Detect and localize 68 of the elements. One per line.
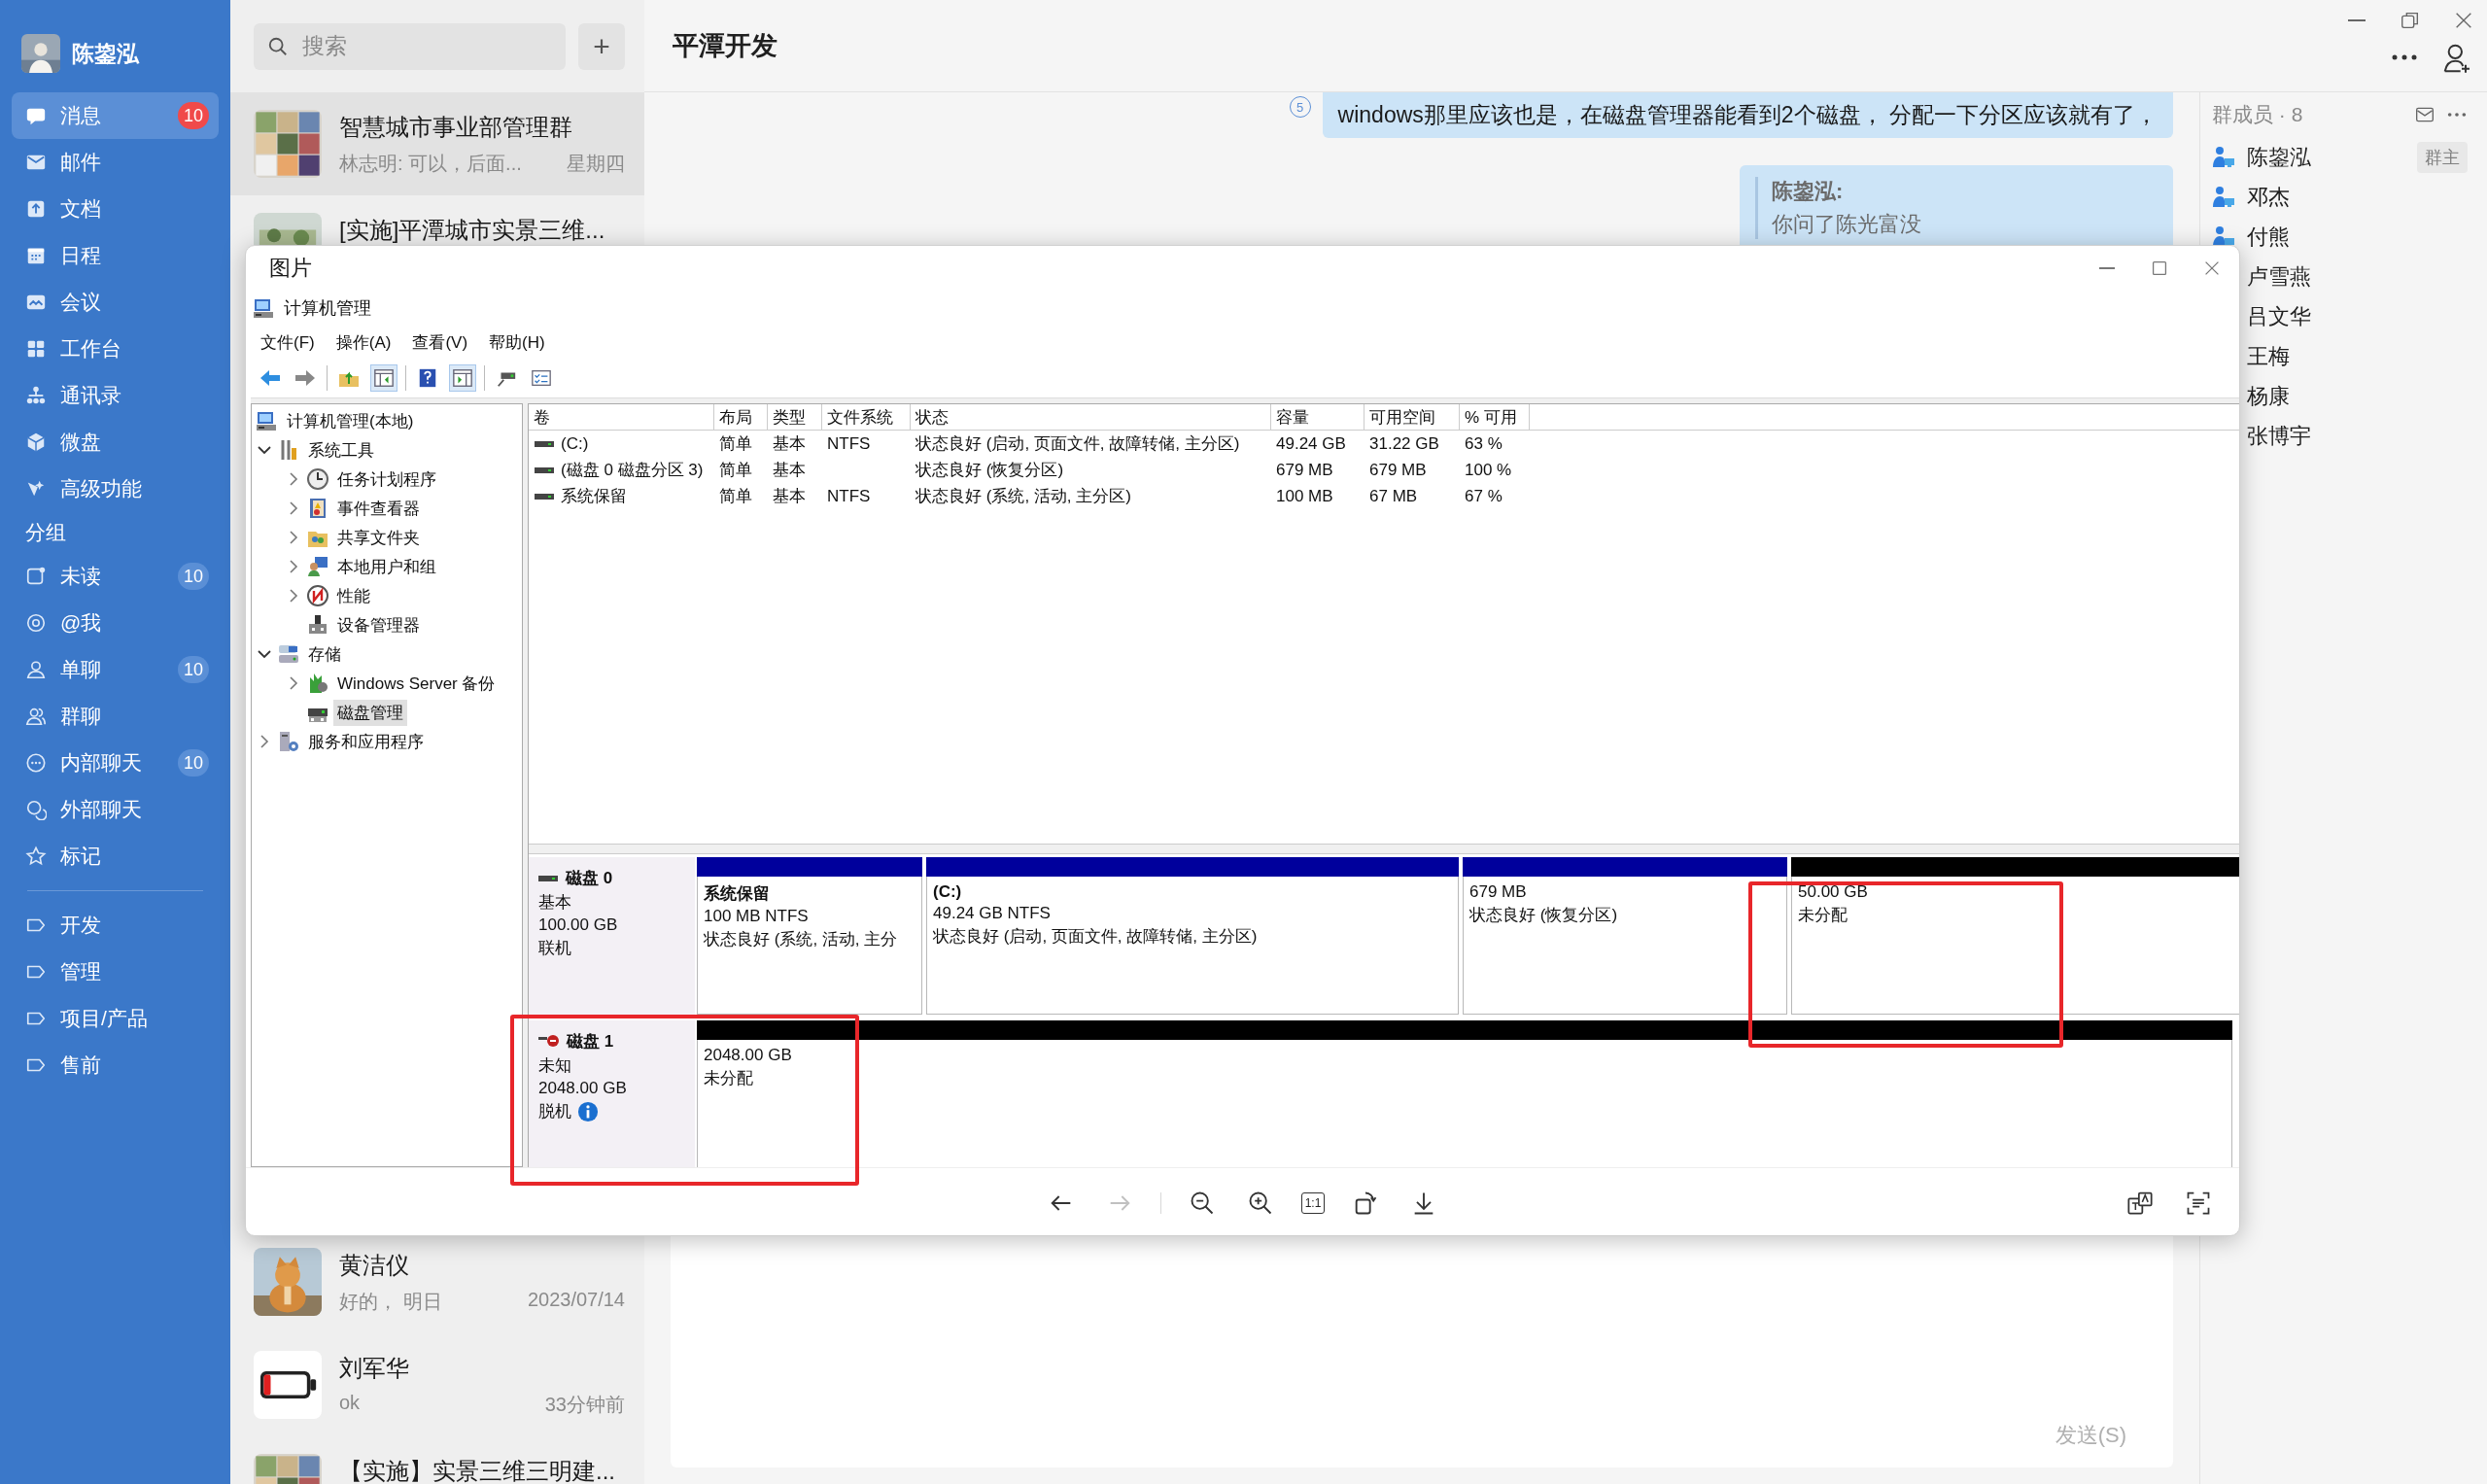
window-title: 图片 xyxy=(269,255,313,282)
disk-name: 磁盘 1 xyxy=(567,1031,614,1053)
count-badge: 10 xyxy=(178,102,209,129)
partition-status: 状态良好 (系统, 活动, 主分 xyxy=(704,929,899,950)
partition-size: 679 MB xyxy=(1469,882,1528,902)
disk-size: 2048.00 GB xyxy=(538,1079,628,1098)
partition-status: 状态良好 (恢复分区) xyxy=(1469,905,1619,926)
table-cell-text: 基本 xyxy=(773,486,806,507)
window-title: 计算机管理 xyxy=(284,297,371,320)
table-cell: NTFS xyxy=(827,433,871,454)
timestamp: 2023/07/14 xyxy=(527,1289,625,1312)
chat-title: 黄洁仪 xyxy=(339,1251,410,1280)
partition-size: 2048.00 GB xyxy=(704,1046,793,1065)
table-cell-text: 系统保留 xyxy=(561,486,627,507)
user-name: 陈鋆泓 xyxy=(72,40,139,68)
table-cell: 679 MB xyxy=(1369,460,1427,480)
count-badge: 10 xyxy=(178,563,209,590)
quote-author: 陈鋆泓: xyxy=(1772,178,1845,205)
message-bubble: windows那里应该也是，在磁盘管理器能看到2个磁盘， 分配一下分区应该就有了， xyxy=(1322,92,2173,138)
disk-size: 100.00 GB xyxy=(538,915,619,935)
table-cell: (C:) xyxy=(561,433,589,454)
partition-size: 49.24 GB NTFS xyxy=(933,904,1052,923)
disk-type: 基本 xyxy=(538,892,572,914)
chat-title: [实施]平潭城市实景三维... xyxy=(339,216,606,245)
message-preview: ok xyxy=(339,1392,361,1415)
table-cell-text: 简单 xyxy=(719,433,752,455)
disk-type: 未知 xyxy=(538,1055,572,1077)
table-cell: 100 % xyxy=(1465,460,1512,480)
disk-status: 联机 xyxy=(538,938,571,959)
table-cell-text: (磁盘 0 磁盘分区 3) xyxy=(561,460,704,481)
table-cell-text: 状态良好 (恢复分区) xyxy=(915,460,1064,481)
table-cell-text: 基本 xyxy=(773,460,806,481)
partition-size: 50.00 GB xyxy=(1798,882,1869,902)
chat-title: 【实施】实景三维三明建... xyxy=(339,1457,616,1484)
chat-title: 刘军华 xyxy=(339,1354,410,1383)
table-cell: 679 MB xyxy=(1276,460,1333,480)
members-title: 群成员 · 8 xyxy=(2212,102,2303,127)
section-heading: 分组 xyxy=(24,520,67,545)
table-cell: 49.24 GB xyxy=(1276,433,1346,454)
disk-name: 磁盘 0 xyxy=(566,868,613,889)
count-badge: 10 xyxy=(178,656,209,683)
disk-status: 脱机 xyxy=(538,1101,571,1122)
message-preview: 林志明: 可以，后面... xyxy=(339,152,522,176)
table-cell: 67 MB xyxy=(1369,486,1418,506)
message-preview: 好的， 明日 xyxy=(339,1290,442,1314)
table-cell: NTFS xyxy=(827,486,871,506)
partition-status: 状态良好 (启动, 页面文件, 故障转储, 主分区) xyxy=(933,926,1259,948)
table-cell: 63 % xyxy=(1465,433,1503,454)
table-cell: 31.22 GB xyxy=(1369,433,1439,454)
role-badge: 群主 xyxy=(2417,141,2468,173)
table-cell-text: 简单 xyxy=(719,486,752,507)
chat-title: 智慧城市事业部管理群 xyxy=(339,113,573,142)
table-cell-text: 状态良好 (启动, 页面文件, 故障转储, 主分区) xyxy=(915,433,1240,455)
table-cell-text: 简单 xyxy=(719,460,752,481)
partition-status: 未分配 xyxy=(1798,905,1848,926)
partition-status: 未分配 xyxy=(704,1068,754,1089)
timestamp: 星期四 xyxy=(567,152,625,176)
table-cell: 67 % xyxy=(1465,486,1503,506)
partition-size: 100 MB NTFS xyxy=(704,907,810,926)
partition-name: (C:) xyxy=(933,882,963,902)
table-cell-text: 状态良好 (系统, 活动, 主分区) xyxy=(915,486,1131,507)
timestamp: 33分钟前 xyxy=(544,1393,625,1417)
quote-text: 你问了陈光富没 xyxy=(1772,211,1922,238)
table-cell: 100 MB xyxy=(1276,486,1333,506)
partition-name: 系统保留 xyxy=(704,883,771,905)
table-cell-text: 基本 xyxy=(773,433,806,455)
count-badge: 10 xyxy=(178,749,209,777)
chat-title: 平潭开发 xyxy=(673,30,778,62)
